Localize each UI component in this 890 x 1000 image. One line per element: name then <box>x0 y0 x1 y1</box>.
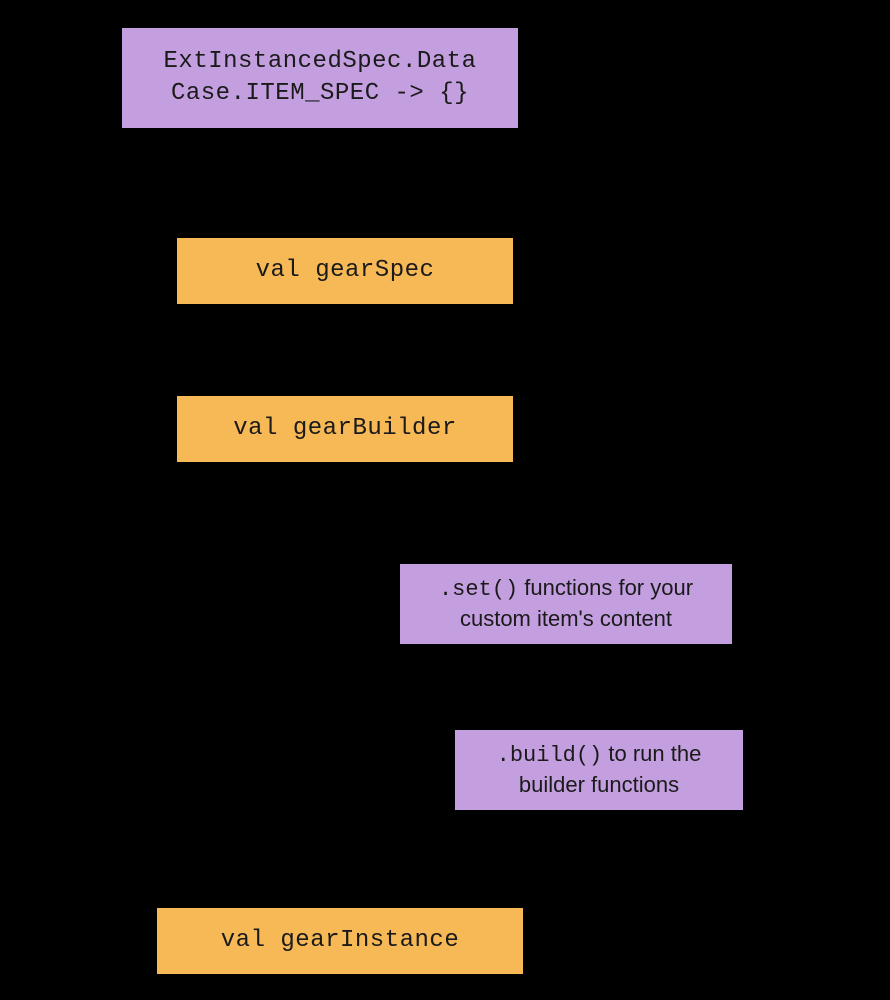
text-line: val gearSpec <box>256 255 435 287</box>
text-line: val gearBuilder <box>233 413 457 445</box>
box-gear-builder: val gearBuilder <box>175 394 515 464</box>
arrow <box>556 646 576 728</box>
box-ext-instanced-spec: ExtInstancedSpec.Data Case.ITEM_SPEC -> … <box>120 26 520 130</box>
box-gear-instance: val gearInstance <box>155 906 525 976</box>
arrow <box>315 130 335 236</box>
arrow <box>430 464 560 564</box>
box-gear-spec: val gearSpec <box>175 236 515 306</box>
text-span: to run the <box>602 741 701 766</box>
box-build-function: .build() to run the builder functions <box>453 728 745 812</box>
code-span: .set() <box>439 577 518 602</box>
text-line: builder functions <box>519 771 679 800</box>
text-line: custom item's content <box>460 605 672 634</box>
text-line: Case.ITEM_SPEC -> {} <box>171 78 469 110</box>
text-line: .build() to run the <box>497 740 702 771</box>
box-set-functions: .set() functions for your custom item's … <box>398 562 734 646</box>
text-line: ExtInstancedSpec.Data <box>164 46 477 78</box>
arrow <box>335 306 355 394</box>
text-line: .set() functions for your <box>439 574 693 605</box>
arrow <box>330 812 520 908</box>
text-line: val gearInstance <box>221 925 459 957</box>
text-span: functions for your <box>518 575 693 600</box>
diagram-canvas: ExtInstancedSpec.Data Case.ITEM_SPEC -> … <box>0 0 890 1000</box>
code-span: .build() <box>497 743 603 768</box>
